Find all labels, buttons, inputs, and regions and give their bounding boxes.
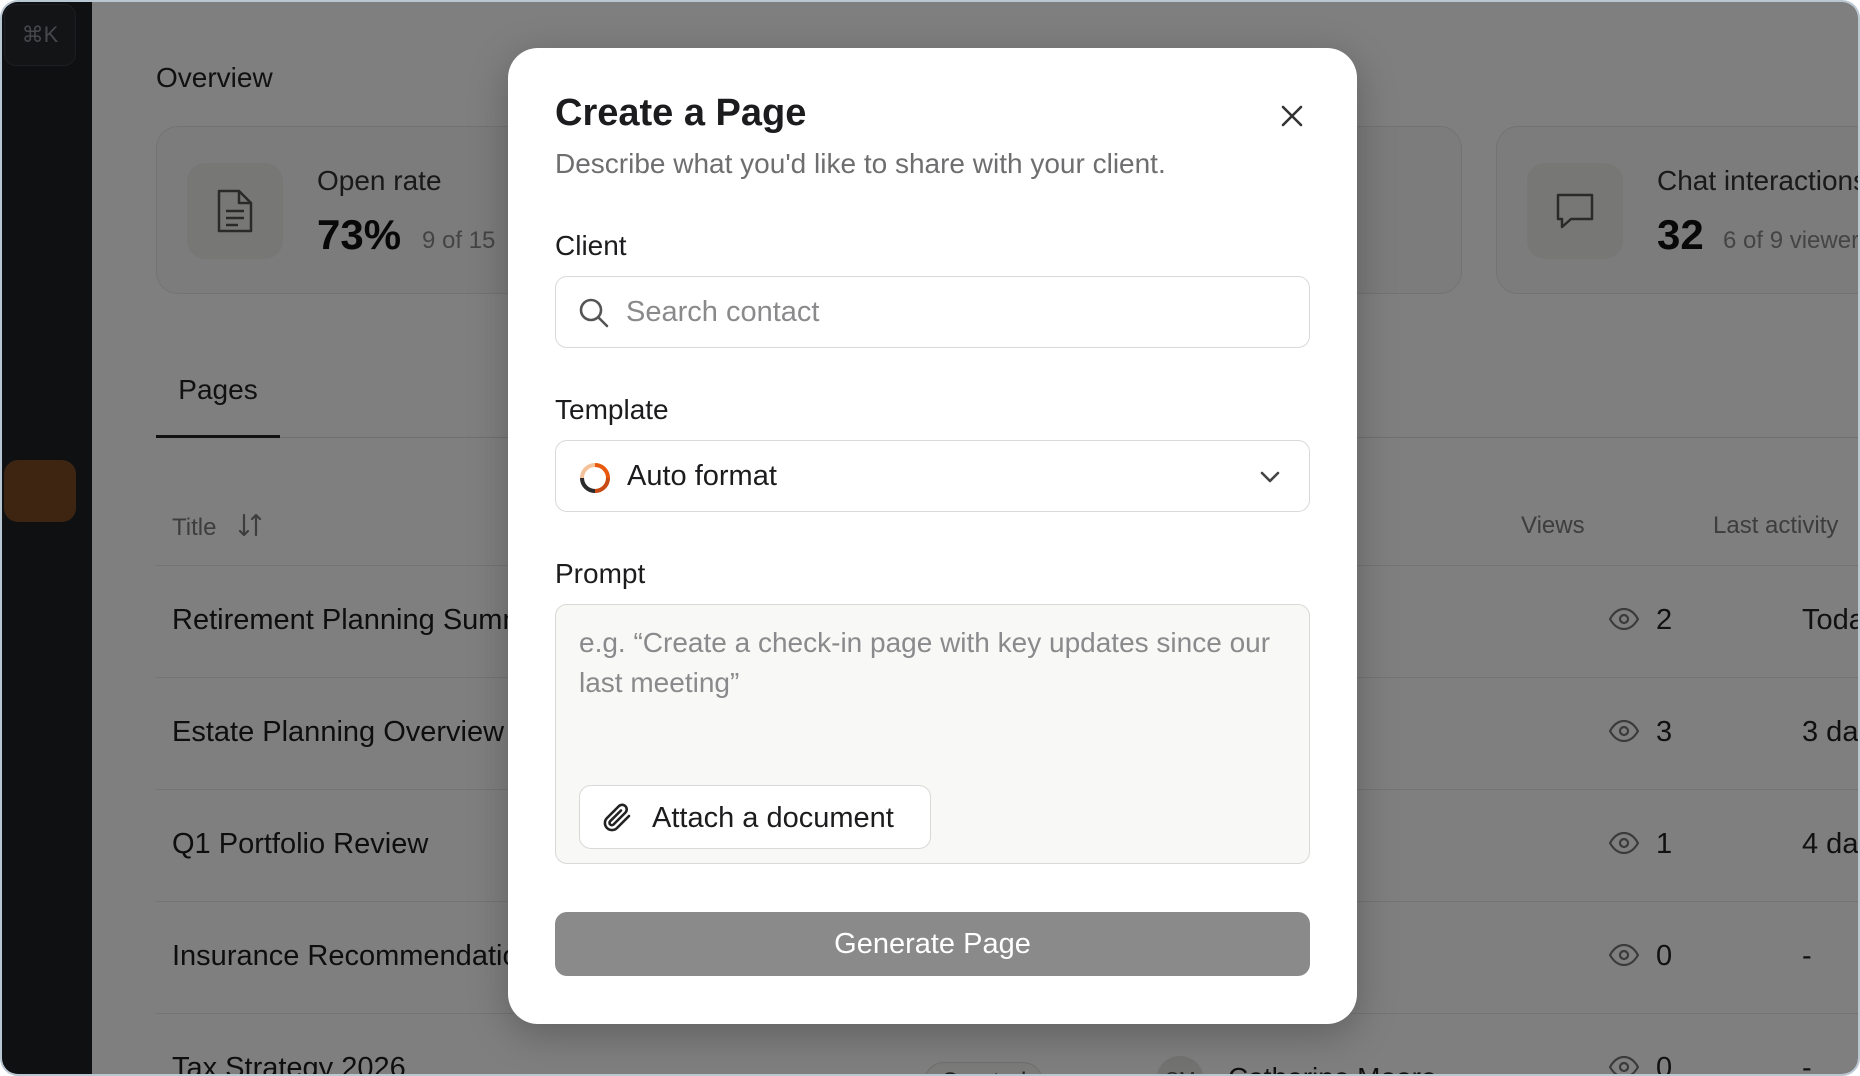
app-window: ⌘K Overview Open rate 73% 9 of 15 Chat i…	[0, 0, 1860, 1076]
attach-document-label: Attach a document	[652, 802, 894, 834]
close-button[interactable]	[1272, 98, 1312, 138]
client-label: Client	[555, 230, 627, 261]
dialog-description: Describe what you'd like to share with y…	[555, 148, 1166, 179]
template-selected-value: Auto format	[627, 460, 777, 492]
prompt-label: Prompt	[555, 558, 646, 589]
search-contact-input[interactable]	[626, 277, 1266, 347]
generate-page-button[interactable]: Generate Page	[555, 912, 1310, 976]
close-icon	[1280, 104, 1304, 133]
client-search-field[interactable]	[555, 276, 1310, 348]
prompt-placeholder: e.g. “Create a check-in page with key up…	[579, 627, 1271, 698]
prompt-textarea[interactable]: e.g. “Create a check-in page with key up…	[555, 604, 1310, 864]
create-page-dialog: Create a Page Describe what you'd like t…	[508, 48, 1357, 1024]
dialog-title: Create a Page	[555, 92, 807, 134]
template-label: Template	[555, 394, 669, 425]
auto-format-icon	[578, 461, 612, 500]
attach-document-button[interactable]: Attach a document	[579, 785, 931, 849]
chevron-down-icon	[1258, 465, 1282, 494]
template-select[interactable]: Auto format	[555, 440, 1310, 512]
search-icon	[578, 297, 610, 334]
paperclip-icon	[602, 802, 634, 839]
